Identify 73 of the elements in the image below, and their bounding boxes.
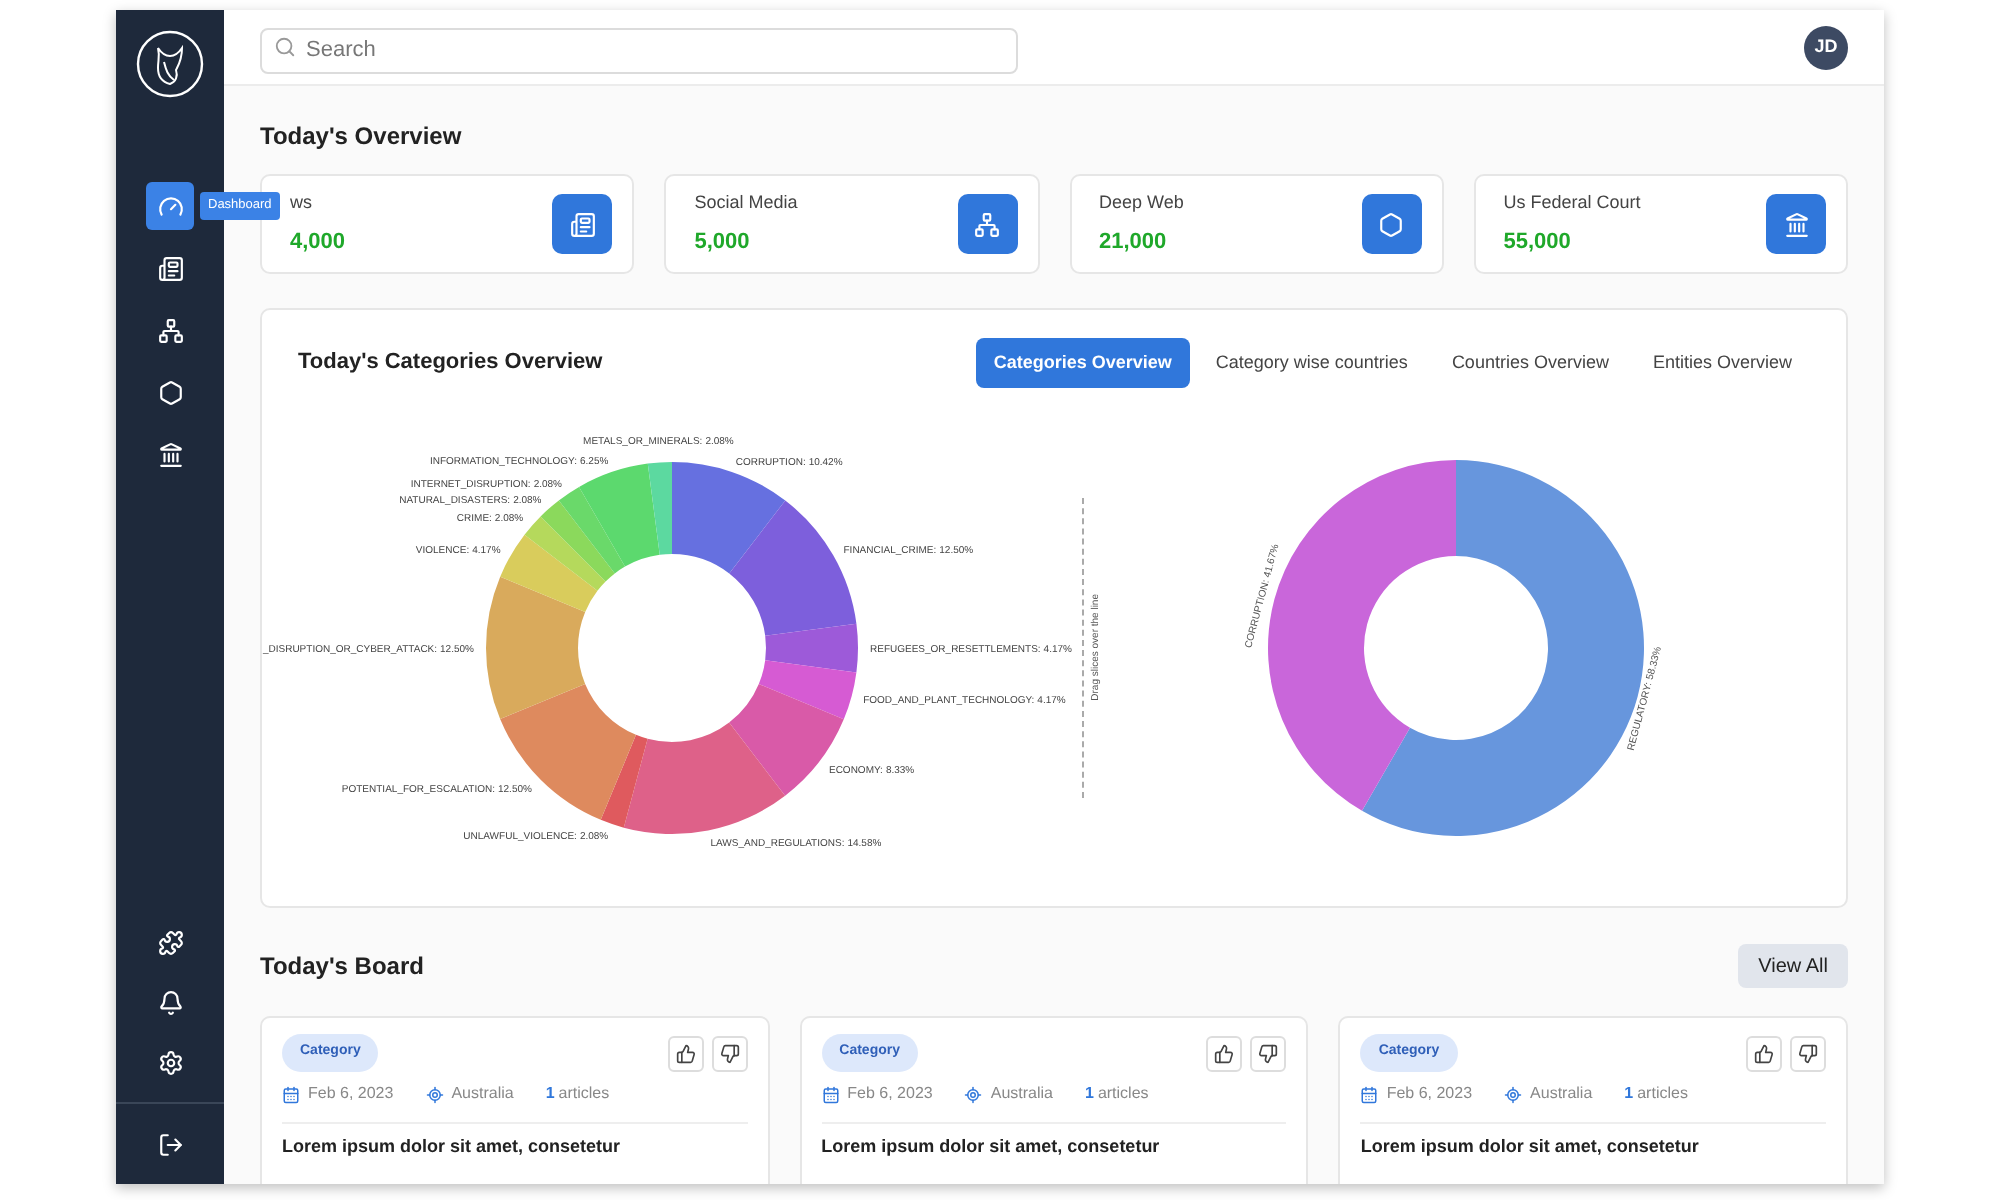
card-title: Lorem ipsum dolor sit amet, consetetur — [1360, 1134, 1701, 1160]
tab[interactable]: Countries Overview — [1433, 338, 1627, 388]
dislike-button[interactable] — [1250, 1035, 1287, 1071]
bank-icon — [157, 441, 183, 467]
article-label: articles — [1097, 1082, 1149, 1106]
thumbs-up-icon — [1214, 1043, 1235, 1063]
hexagon-icon — [157, 379, 183, 405]
donut-slice[interactable] — [600, 734, 648, 828]
crosshair-icon — [1504, 1085, 1523, 1103]
settings-icon — [157, 1049, 183, 1075]
stat-label: ws — [290, 190, 314, 216]
date-text: Feb 6, 2023 — [1386, 1082, 1473, 1106]
puzzle-icon — [157, 929, 183, 955]
like-button[interactable] — [1206, 1035, 1243, 1071]
card-title: Today's Categories Overview — [298, 348, 603, 379]
article-label: articles — [1637, 1082, 1688, 1106]
like-button[interactable] — [667, 1035, 704, 1071]
stat-value: 21,000 — [1099, 227, 1169, 257]
view-all-button[interactable]: View All — [1738, 944, 1848, 988]
hexagon-icon — [1378, 211, 1405, 237]
thumbs-up-icon — [675, 1043, 696, 1063]
donut-slice[interactable] — [486, 576, 586, 720]
crosshair-icon — [425, 1085, 444, 1103]
stat-label: Us Federal Court — [1503, 190, 1641, 216]
dislike-button[interactable] — [711, 1035, 748, 1071]
thumbs-down-icon — [1258, 1043, 1279, 1063]
dislike-button[interactable] — [1790, 1035, 1826, 1071]
stat-value: 4,000 — [290, 227, 346, 257]
card-title: Lorem ipsum dolor sit amet, consetetur — [282, 1134, 623, 1160]
bank-icon — [1783, 211, 1809, 237]
user-avatar[interactable]: JD — [1804, 25, 1848, 69]
donut-slice[interactable] — [1267, 460, 1456, 811]
donut-slice[interactable] — [623, 722, 786, 834]
date-text: Feb 6, 2023 — [308, 1082, 394, 1106]
article-label: articles — [558, 1082, 610, 1106]
location-text: Australia — [1530, 1082, 1593, 1106]
crosshair-icon — [964, 1085, 983, 1103]
article-count: 1 — [1624, 1082, 1634, 1106]
donut-slice[interactable] — [758, 660, 857, 720]
newspaper-icon — [157, 255, 183, 281]
bell-icon — [157, 989, 183, 1015]
donut-slice[interactable] — [672, 462, 786, 574]
calendar-icon — [1360, 1085, 1379, 1103]
thumbs-down-icon — [719, 1043, 740, 1063]
date-text: Feb 6, 2023 — [847, 1082, 933, 1106]
stat-value: 55,000 — [1503, 227, 1573, 257]
tab[interactable]: Entities Overview — [1634, 338, 1810, 388]
newspaper-icon — [569, 211, 596, 237]
owl-logo-icon — [134, 28, 206, 100]
section-title: Today's Board — [260, 950, 424, 984]
logout-icon — [157, 1131, 183, 1157]
stat-label: Social Media — [694, 190, 798, 216]
tab[interactable]: Category wise countries — [1197, 338, 1426, 388]
calendar-icon — [282, 1085, 300, 1103]
thumbs-up-icon — [1754, 1043, 1774, 1063]
tab[interactable]: Categories Overview — [975, 338, 1190, 388]
article-count: 1 — [545, 1082, 555, 1106]
like-button[interactable] — [1746, 1035, 1782, 1071]
search-icon — [274, 36, 296, 58]
stat-value: 5,000 — [694, 227, 752, 257]
section-title: Today's Overview — [260, 120, 464, 154]
donut-slice[interactable] — [500, 683, 636, 820]
stat-label: Deep Web — [1099, 190, 1184, 216]
network-icon — [157, 317, 183, 343]
calendar-icon — [821, 1085, 840, 1103]
gauge-icon — [157, 193, 183, 219]
location-text: Australia — [990, 1082, 1053, 1106]
location-text: Australia — [451, 1082, 514, 1106]
thumbs-down-icon — [1798, 1043, 1818, 1063]
network-icon — [974, 211, 1000, 237]
article-count: 1 — [1084, 1082, 1094, 1106]
search-field[interactable]: Search — [260, 27, 1018, 73]
card-title: Lorem ipsum dolor sit amet, consetetur — [821, 1134, 1162, 1160]
